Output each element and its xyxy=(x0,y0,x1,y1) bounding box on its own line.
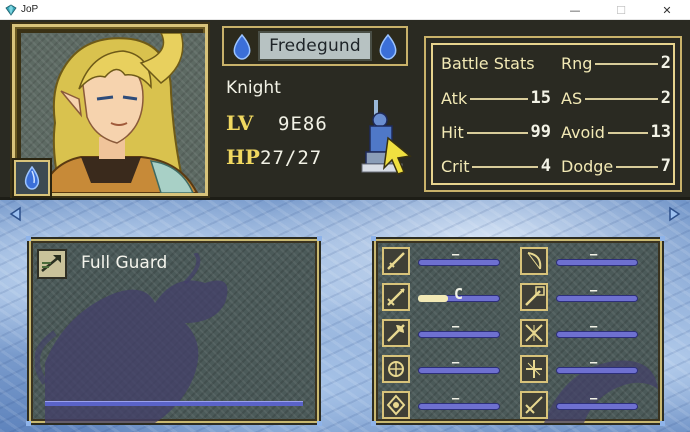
rank-progress-fill xyxy=(418,295,448,302)
stat-value: 15 xyxy=(530,88,551,108)
stat-label: Atk xyxy=(441,88,468,108)
corner-dot xyxy=(660,421,665,426)
corner-dot xyxy=(26,421,31,426)
stats-row: Crit 4 Dodge 7 xyxy=(433,152,677,180)
skill-name: Full Guard xyxy=(81,253,168,273)
weapon-rank-row: – xyxy=(520,319,654,349)
unit-class: Knight xyxy=(226,78,281,98)
arrow-skill-icon xyxy=(39,251,65,277)
weapon-rank-row: C xyxy=(382,283,516,313)
game-screen: Fredegund Knight LV 9E86 HP 27/27 Battle… xyxy=(0,20,690,432)
skill-slot[interactable] xyxy=(37,249,67,279)
lance-rank-icon xyxy=(382,283,410,311)
corner-gem-icon xyxy=(14,160,50,196)
app-gem-icon xyxy=(5,4,17,16)
weapon-rank-row: – xyxy=(520,283,654,313)
name-box: Fredegund xyxy=(258,31,372,61)
hp-label: HP xyxy=(226,145,260,169)
stat-label: Dodge xyxy=(561,156,614,176)
maximize-button[interactable]: ☐ xyxy=(598,0,644,20)
rank-value: – xyxy=(452,319,460,333)
weapon-rank-row: – xyxy=(382,355,516,385)
stat-as: AS 2 xyxy=(561,84,671,112)
dark-rank-icon xyxy=(520,319,548,347)
page-left-arrow-icon[interactable] xyxy=(8,206,24,222)
rank-value: C xyxy=(454,285,464,303)
skill-divider-bar xyxy=(45,401,303,406)
stat-atk: Atk 15 xyxy=(441,84,551,112)
weapon-rank-row: – xyxy=(382,247,516,277)
weapon-rank-panel: – C – – – – – – – – xyxy=(371,236,665,426)
minimize-button[interactable]: — xyxy=(552,0,598,20)
name-plate: Fredegund xyxy=(222,26,408,66)
weapon-rank-row: – xyxy=(520,355,654,385)
anima-rank-icon xyxy=(382,355,410,383)
rank-value: – xyxy=(590,319,598,333)
corner-dot xyxy=(660,236,665,241)
stat-crit: Crit 4 xyxy=(441,152,551,180)
page-right-arrow-icon[interactable] xyxy=(666,206,682,222)
stat-label: Avoid xyxy=(561,122,605,142)
light-rank-icon xyxy=(382,391,410,419)
corner-dot xyxy=(317,421,322,426)
bow-rank-icon xyxy=(520,247,548,275)
rank-value: – xyxy=(452,391,460,405)
stat-avoid: Avoid 13 xyxy=(561,118,671,146)
battle-stats-inner: Battle Stats Rng 2 Atk 15 AS 2 Hit 99 Av… xyxy=(431,43,675,185)
ballista-rank-icon xyxy=(520,391,548,419)
dragon-silhouette-icon xyxy=(35,253,228,423)
stat-value: 2 xyxy=(660,53,671,73)
weapon-rank-row: – xyxy=(520,247,654,277)
sword-rank-icon xyxy=(382,247,410,275)
weapon-rank-row: – xyxy=(382,391,516,421)
name-gem-left-icon xyxy=(233,33,251,60)
crossbow-rank-icon xyxy=(520,355,548,383)
window-title: JoP xyxy=(21,4,39,15)
name-gem-right-icon xyxy=(379,33,397,60)
corner-dot xyxy=(317,236,322,241)
unit-info-band: Fredegund Knight LV 9E86 HP 27/27 Battle… xyxy=(0,20,690,200)
stat-label: AS xyxy=(561,88,583,108)
stats-row: Hit 99 Avoid 13 xyxy=(433,118,677,146)
rank-value: – xyxy=(590,355,598,369)
level-label: LV xyxy=(226,111,254,135)
staff-rank-icon xyxy=(520,283,548,311)
stats-row: Atk 15 AS 2 xyxy=(433,84,677,112)
blue-gem-icon xyxy=(24,166,40,190)
rank-value: – xyxy=(590,283,598,297)
rank-value: – xyxy=(452,355,460,369)
weapon-rank-row: – xyxy=(520,391,654,421)
battle-stats-panel: Battle Stats Rng 2 Atk 15 AS 2 Hit 99 Av… xyxy=(424,36,682,192)
window-titlebar: JoP — ☐ ✕ xyxy=(0,0,690,20)
rank-value: – xyxy=(452,247,460,261)
stat-value: 13 xyxy=(650,122,671,142)
stat-value: 7 xyxy=(660,156,671,176)
hp-value: 27/27 xyxy=(260,147,323,169)
stat-rng: Rng 2 xyxy=(561,49,671,77)
skill-panel: Full Guard xyxy=(26,236,322,426)
unit-name: Fredegund xyxy=(269,36,361,56)
rank-value: – xyxy=(590,391,598,405)
stat-dodge: Dodge 7 xyxy=(561,152,671,180)
level-value: 9E86 xyxy=(278,113,328,135)
axe-rank-icon xyxy=(382,319,410,347)
stat-hit: Hit 99 xyxy=(441,118,551,146)
weapon-rank-row: – xyxy=(382,319,516,349)
battle-stats-title: Battle Stats xyxy=(441,53,535,73)
close-button[interactable]: ✕ xyxy=(644,0,690,20)
window-controls: — ☐ ✕ xyxy=(552,0,690,20)
stat-value: 2 xyxy=(660,88,671,108)
knight-sprite-icon xyxy=(361,100,412,175)
stat-label: Rng xyxy=(561,53,593,73)
stat-value: 99 xyxy=(530,122,551,142)
rank-value: – xyxy=(590,247,598,261)
stat-label: Hit xyxy=(441,122,464,142)
corner-dot xyxy=(371,421,376,426)
stats-row-title: Battle Stats Rng 2 xyxy=(433,49,677,77)
corner-dot xyxy=(371,236,376,241)
stat-value: 4 xyxy=(540,156,551,176)
stat-label: Crit xyxy=(441,156,470,176)
corner-dot xyxy=(26,236,31,241)
